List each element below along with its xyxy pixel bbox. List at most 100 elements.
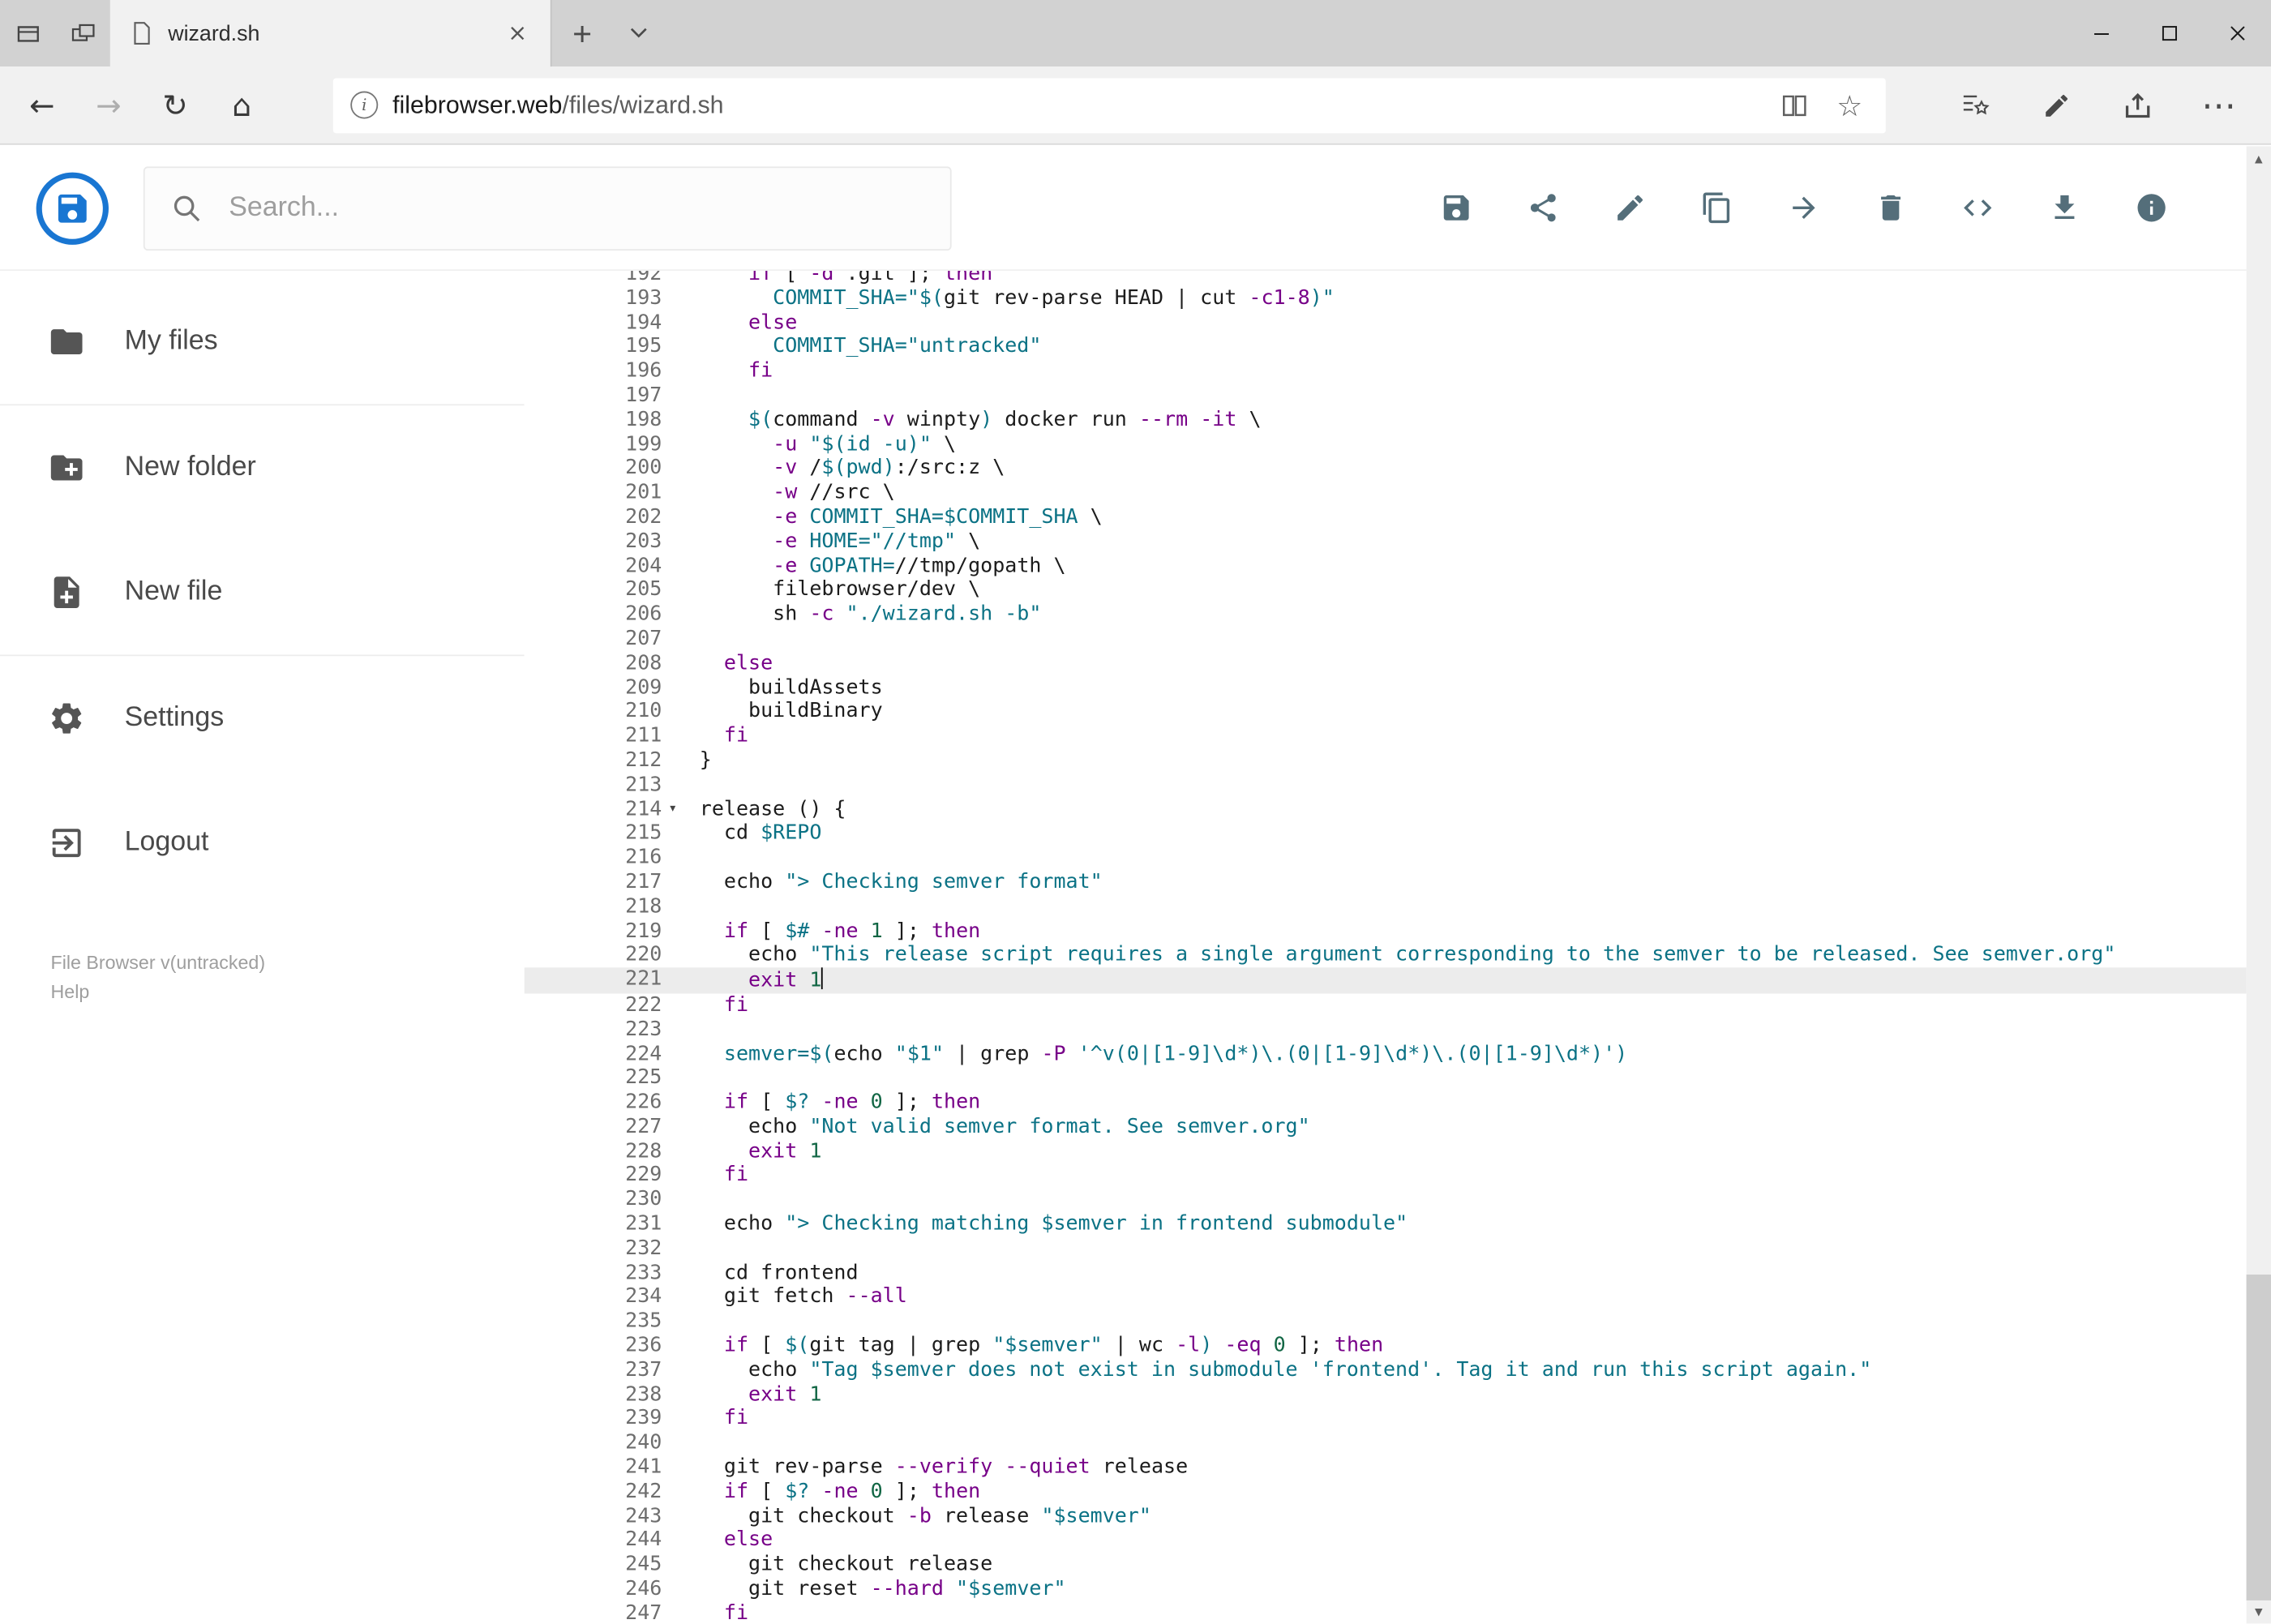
code-line[interactable]: 210 buildBinary xyxy=(525,700,2247,724)
code-line[interactable]: 240 xyxy=(525,1431,2247,1455)
forward-button[interactable]: → xyxy=(75,71,142,138)
new-tab-button[interactable]: + xyxy=(552,0,613,66)
code-line[interactable]: 234 git fetch --all xyxy=(525,1285,2247,1309)
code-line[interactable]: 237 echo "Tag $semver does not exist in … xyxy=(525,1358,2247,1382)
code-line[interactable]: 221 exit 1 xyxy=(524,967,2247,994)
code-line[interactable]: 215 cd $REPO xyxy=(525,821,2247,846)
home-button[interactable]: ⌂ xyxy=(208,71,275,138)
code-line[interactable]: 218 xyxy=(525,894,2247,919)
code-line[interactable]: 217 echo "> Checking semver format" xyxy=(525,870,2247,894)
address-bar[interactable]: i filebrowser.web/files/wizard.sh ☆ xyxy=(332,77,1886,133)
search-input[interactable] xyxy=(225,190,924,225)
code-line[interactable]: 205 filebrowser/dev \ xyxy=(525,578,2247,602)
code-line[interactable]: 226 if [ $? -ne 0 ]; then xyxy=(525,1091,2247,1115)
sidebar-item-new-file[interactable]: New file xyxy=(0,530,525,655)
code-line[interactable]: 233 cd frontend xyxy=(525,1261,2247,1285)
code-line[interactable]: 207 xyxy=(525,627,2247,651)
code-line[interactable]: 242 if [ $? -ne 0 ]; then xyxy=(525,1480,2247,1504)
delete-button[interactable] xyxy=(1861,179,1918,237)
code-line[interactable]: 195 COMMIT_SHA="untracked" xyxy=(525,335,2247,359)
sidebar-item-logout[interactable]: Logout xyxy=(0,781,525,906)
code-line[interactable]: 232 xyxy=(525,1236,2247,1261)
code-line[interactable]: 247 fi xyxy=(525,1601,2247,1623)
tabs-set-aside-icon[interactable] xyxy=(55,0,110,66)
hub-favorites-button[interactable] xyxy=(1943,73,2007,137)
code-line[interactable]: 202 -e COMMIT_SHA=$COMMIT_SHA \ xyxy=(525,505,2247,529)
code-line[interactable]: 227 echo "Not valid semver format. See s… xyxy=(525,1115,2247,1139)
code-line[interactable]: 206 sh -c "./wizard.sh -b" xyxy=(525,602,2247,627)
more-actions-button[interactable]: ⋯ xyxy=(2187,73,2251,137)
code-line[interactable]: 239 fi xyxy=(525,1407,2247,1431)
scroll-down-icon[interactable]: ▼ xyxy=(2247,1599,2271,1623)
code-line[interactable]: 246 git reset --hard "$semver" xyxy=(525,1577,2247,1601)
info-button[interactable] xyxy=(2122,179,2179,237)
code-line[interactable]: 224 semver=$(echo "$1" | grep -P '^v(0|[… xyxy=(525,1042,2247,1066)
tab-close-icon[interactable]: × xyxy=(499,19,536,48)
code-line[interactable]: 236 if [ $(git tag | grep "$semver" | wc… xyxy=(525,1334,2247,1358)
code-line[interactable]: 228 exit 1 xyxy=(525,1139,2247,1163)
code-line[interactable]: 225 xyxy=(525,1066,2247,1091)
code-line[interactable]: 197 xyxy=(525,384,2247,408)
code-line[interactable]: 211 fi xyxy=(525,724,2247,748)
scroll-up-icon[interactable]: ▲ xyxy=(2247,146,2271,170)
code-line[interactable]: 208 else xyxy=(525,651,2247,675)
code-line[interactable]: 199 -u "$(id -u)" \ xyxy=(525,432,2247,456)
move-button[interactable] xyxy=(1774,179,1832,237)
share-file-button[interactable] xyxy=(1514,179,1571,237)
code-line[interactable]: 241 git rev-parse --verify --quiet relea… xyxy=(525,1455,2247,1480)
code-line[interactable]: 235 xyxy=(525,1309,2247,1334)
copy-button[interactable] xyxy=(1687,179,1745,237)
search-box[interactable] xyxy=(143,165,952,251)
raw-code-button[interactable] xyxy=(1948,179,2006,237)
code-editor[interactable]: 192 if [ -d .git ]; then 193 COMMIT_SHA="… xyxy=(524,271,2247,1624)
help-link[interactable]: Help xyxy=(51,978,525,1007)
code-line[interactable]: 245 git checkout release xyxy=(525,1553,2247,1577)
maximize-button[interactable] xyxy=(2135,0,2203,66)
code-line[interactable]: 200 -v /$(pwd):/src:z \ xyxy=(525,456,2247,481)
sidebar-item-settings[interactable]: Settings xyxy=(0,656,525,781)
code-line[interactable]: 216 xyxy=(525,846,2247,870)
scrollbar-thumb[interactable] xyxy=(2246,1274,2271,1600)
code-line[interactable]: 203 -e HOME="//tmp" \ xyxy=(525,529,2247,554)
code-line[interactable]: 193 COMMIT_SHA="$(git rev-parse HEAD | c… xyxy=(525,286,2247,311)
code-line[interactable]: 212} xyxy=(525,748,2247,773)
save-button[interactable] xyxy=(1427,179,1485,237)
code-line[interactable]: 223 xyxy=(525,1018,2247,1042)
set-tabs-aside-icon[interactable] xyxy=(0,0,55,66)
back-button[interactable]: ← xyxy=(9,71,75,138)
code-line[interactable]: 204 -e GOPATH=//tmp/gopath \ xyxy=(525,554,2247,578)
browser-tab[interactable]: wizard.sh × xyxy=(109,0,552,67)
windows-ink-button[interactable] xyxy=(2025,73,2089,137)
code-line[interactable]: 214 ▾ release () { xyxy=(525,797,2247,821)
code-line[interactable]: 230 xyxy=(525,1188,2247,1212)
code-line[interactable]: 231 echo "> Checking matching $semver in… xyxy=(525,1212,2247,1236)
sidebar-item-new-folder[interactable]: New folder xyxy=(0,405,525,530)
minimize-button[interactable] xyxy=(2067,0,2135,66)
tab-preview-chevron-icon[interactable] xyxy=(613,0,665,66)
code-line[interactable]: 198 $(command -v winpty) docker run --rm… xyxy=(525,408,2247,432)
code-line[interactable]: 196 fi xyxy=(525,359,2247,384)
code-line[interactable]: 213 xyxy=(525,773,2247,797)
reading-view-button[interactable] xyxy=(1773,89,1817,121)
favorite-star-icon[interactable]: ☆ xyxy=(1831,88,1868,122)
refresh-button[interactable]: ↻ xyxy=(142,71,208,138)
code-line[interactable]: 220 echo "This release script requires a… xyxy=(525,943,2247,967)
code-line[interactable]: 238 exit 1 xyxy=(525,1382,2247,1407)
close-button[interactable] xyxy=(2203,0,2271,66)
fold-arrow-icon[interactable]: ▾ xyxy=(662,797,683,821)
download-button[interactable] xyxy=(2035,179,2093,237)
code-line[interactable]: 219 if [ $# -ne 1 ]; then xyxy=(525,919,2247,943)
share-button[interactable] xyxy=(2106,73,2170,137)
rename-button[interactable] xyxy=(1600,179,1658,237)
code-line[interactable]: 201 -w //src \ xyxy=(525,481,2247,505)
code-line[interactable]: 194 else xyxy=(525,311,2247,335)
code-line[interactable]: 222 fi xyxy=(525,993,2247,1018)
code-line[interactable]: 229 fi xyxy=(525,1163,2247,1188)
page-scrollbar[interactable]: ▲ ▼ xyxy=(2246,146,2271,1624)
sidebar-item-my-files[interactable]: My files xyxy=(0,280,525,405)
code-line[interactable]: 243 git checkout -b release "$semver" xyxy=(525,1504,2247,1528)
code-line[interactable]: 192 if [ -d .git ]; then xyxy=(525,271,2247,286)
code-line[interactable]: 244 else xyxy=(525,1528,2247,1553)
code-line[interactable]: 209 buildAssets xyxy=(525,675,2247,700)
site-info-icon[interactable]: i xyxy=(350,91,379,119)
